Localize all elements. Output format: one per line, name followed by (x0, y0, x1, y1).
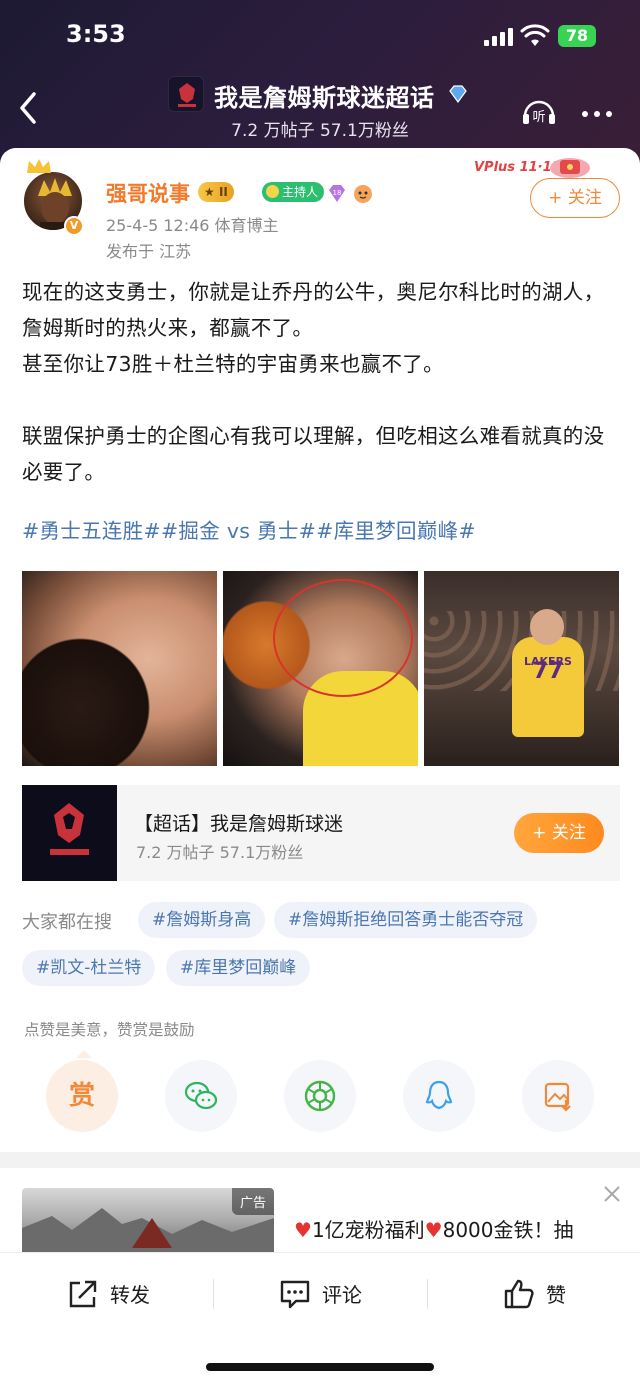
wechat-share-button[interactable] (165, 1060, 237, 1132)
like-label: 赞 (546, 1283, 566, 1307)
ad-text-line1: 1亿宠粉福利 (311, 1218, 425, 1242)
ad-text[interactable]: ♥1亿宠粉福利♥8000金铁！抽 (294, 1214, 624, 1243)
photo-3[interactable]: LAKERS 77 (424, 571, 619, 766)
search-chip[interactable]: #詹姆斯拒绝回答勇士能否夺冠 (274, 902, 538, 938)
bottom-action-bar: 转发 评论 赞 (0, 1252, 640, 1384)
ad-text-line2: 8000金铁！抽 (442, 1218, 574, 1242)
ad-image[interactable]: 广告 (22, 1188, 274, 1254)
reward-button[interactable]: 赏 (46, 1060, 118, 1132)
photo-2[interactable] (223, 571, 418, 766)
diamond-badge-icon (449, 85, 467, 104)
supertopic-card[interactable]: 【超话】我是詹姆斯球迷 7.2 万帖子 57.1万粉丝 + 关注 (22, 785, 620, 881)
supertopic-card-title: 【超话】我是詹姆斯球迷 (134, 813, 344, 835)
status-time: 3:53 (66, 20, 126, 48)
moments-share-button[interactable] (284, 1060, 356, 1132)
post-date-category: 25-4-5 12:46 体育博主 (106, 216, 279, 235)
section-divider (0, 1152, 640, 1168)
moments-icon (304, 1080, 336, 1112)
nav-bar: 我是詹姆斯球迷超话 7.2 万帖子 57.1万粉丝 听 (0, 72, 640, 144)
supertopic-card-stats: 7.2 万帖子 57.1万粉丝 (136, 843, 304, 862)
follow-author-button[interactable]: + 关注 (530, 178, 620, 218)
photo-3-jersey: LAKERS (512, 637, 584, 737)
author-name[interactable]: 强哥说事 (106, 178, 190, 208)
page-title: 我是詹姆斯球迷超话 (214, 84, 435, 112)
listen-label: 听 (532, 110, 545, 125)
bar-divider (213, 1279, 214, 1309)
level-badge-label: II (218, 185, 228, 199)
heart-icon: ♥ (294, 1218, 312, 1242)
reward-pointer (76, 1050, 92, 1058)
search-chip[interactable]: #库里梦回巅峰 (166, 950, 311, 986)
photo-grid: LAKERS 77 (22, 571, 620, 766)
mascot-badge-icon (354, 185, 372, 203)
vip-level-icon: 18 (329, 185, 345, 202)
red-envelope-decoration-icon (550, 158, 590, 178)
heart-icon: ♥ (424, 1218, 443, 1242)
host-badge: 主持人 (262, 182, 325, 202)
status-bar: 3:53 78 (0, 0, 640, 72)
post-card: V 强哥说事 ★ II 主持人 18 25-4-5 12:46 体育博主 发布于… (0, 148, 640, 1384)
photo-3-number: 77 (532, 659, 564, 684)
more-icon[interactable] (582, 102, 622, 117)
home-indicator (206, 1363, 434, 1371)
follow-supertopic-button[interactable]: + 关注 (514, 813, 604, 853)
qq-share-button[interactable] (403, 1060, 475, 1132)
repost-button[interactable]: 转发 (66, 1277, 176, 1313)
comment-button[interactable]: 评论 (278, 1277, 388, 1313)
trending-search-label: 大家都在搜 (22, 912, 112, 933)
battery-indicator: 78 (558, 25, 596, 47)
bar-divider (427, 1279, 428, 1309)
cellular-signal-icon (484, 28, 514, 46)
post-hashtags[interactable]: #勇士五连胜##掘金 vs 勇士##库里梦回巅峰# (22, 514, 476, 544)
photo-3-head (530, 609, 564, 645)
photo-1[interactable] (22, 571, 217, 766)
close-icon[interactable] (602, 1184, 622, 1204)
ad-badge: 广告 (231, 1188, 274, 1215)
vip-level-value: 18 (333, 189, 342, 197)
share-actions: 赏 (46, 1060, 606, 1134)
supertopic-logo (168, 76, 204, 112)
crown-icon (27, 159, 51, 173)
post-location: 发布于 江苏 (106, 242, 192, 261)
wifi-icon (520, 24, 550, 46)
qq-icon (425, 1080, 453, 1110)
like-button[interactable]: 赞 (502, 1277, 592, 1313)
supertopic-card-logo (22, 785, 117, 881)
repost-icon (69, 1280, 97, 1308)
reward-hint: 点赞是美意，赞赏是鼓励 (24, 1021, 195, 1039)
thumbs-up-icon (504, 1279, 534, 1309)
save-image-icon (544, 1082, 571, 1112)
photo-3-player: LAKERS 77 (512, 609, 584, 766)
listen-icon[interactable]: 听 (520, 94, 558, 126)
comment-label: 评论 (322, 1283, 362, 1307)
wechat-icon (184, 1081, 218, 1110)
search-chip[interactable]: #詹姆斯身高 (138, 902, 266, 938)
level-badge: ★ II (198, 182, 234, 202)
verified-badge: V (64, 216, 84, 236)
save-image-button[interactable] (522, 1060, 594, 1132)
repost-label: 转发 (110, 1283, 150, 1307)
comment-icon (280, 1280, 310, 1309)
post-body: 现在的这支勇士，你就是让乔丹的公牛，奥尼尔科比时的湖人，詹姆斯时的热火来，都赢不… (22, 280, 605, 484)
photo-2-highlight-circle (273, 579, 413, 697)
search-chip[interactable]: #凯文-杜兰特 (22, 950, 156, 986)
